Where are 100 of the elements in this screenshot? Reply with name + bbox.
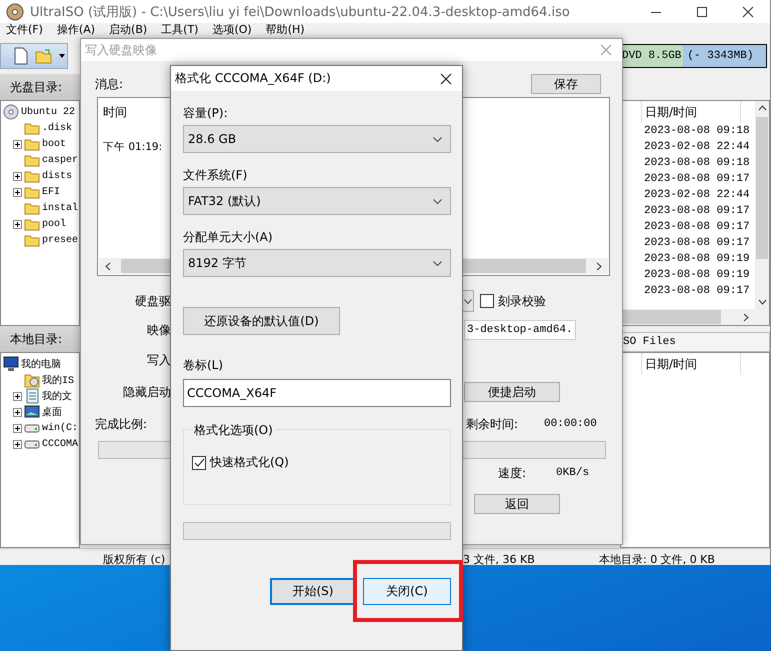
dialog-button[interactable]: 开始(S) — [270, 578, 356, 605]
checkbox[interactable] — [480, 294, 494, 308]
tree-item[interactable]: 我的IS — [42, 373, 74, 387]
expand-icon[interactable] — [13, 172, 22, 180]
expand-icon[interactable] — [13, 440, 22, 448]
tree-item[interactable]: win(C: — [42, 422, 78, 434]
tree-item[interactable]: dists — [42, 170, 72, 182]
tree-item[interactable]: presee — [42, 234, 78, 246]
menu-item[interactable]: 启动(B) — [109, 23, 148, 36]
dropdown-field[interactable]: FAT32 (默认) — [183, 187, 451, 215]
scrollbar[interactable] — [621, 309, 769, 325]
table-cell-text: 2023-08-08 09:17 — [643, 236, 751, 251]
table-cell-text: 2023-08-08 09:17 — [643, 204, 751, 219]
status-text: 版权所有 (c) — [103, 552, 166, 566]
menu-item[interactable]: 文件(F) — [6, 23, 43, 36]
field-label: 完成比例: — [94, 416, 148, 432]
group-title: 格式化选项(O) — [191, 422, 276, 439]
section-label: 本地目录: — [0, 326, 80, 352]
scrollbar[interactable] — [755, 101, 769, 309]
table-cell-text: 2023-08-08 09:18 — [643, 156, 751, 171]
dialog-title: 写入硬盘映像 — [85, 42, 157, 58]
tree-item[interactable]: instal — [42, 202, 78, 214]
dropdown-field[interactable]: 8192 字节 — [183, 249, 451, 277]
tree-item[interactable]: 我的电脑 — [21, 357, 61, 371]
menu-item[interactable]: 操作(A) — [56, 23, 96, 36]
input-field[interactable]: 3-desktop-amd64. — [464, 320, 576, 340]
tree-item[interactable]: 我的文 — [42, 389, 72, 403]
menu-item[interactable]: 帮助(H) — [266, 23, 305, 36]
table-cell-text: 2023-08-08 09:19 — [643, 268, 751, 283]
tree-item[interactable]: EFI — [42, 186, 60, 198]
quick-boot-button[interactable]: 便捷启动 — [464, 382, 560, 402]
close-icon[interactable] — [440, 72, 452, 84]
restore-defaults-button[interactable]: 还原设备的默认值(D) — [183, 307, 340, 335]
scroll-right-icon[interactable] — [596, 262, 602, 270]
tree-item[interactable]: boot — [42, 138, 66, 150]
menu-item[interactable]: 工具(T) — [161, 23, 198, 36]
dialog-button[interactable]: 关闭(C) — [363, 578, 451, 605]
expand-icon[interactable] — [13, 140, 22, 148]
maximize-icon[interactable] — [696, 6, 708, 18]
checkbox-label: 快速格式化(Q) — [210, 454, 289, 471]
expand-icon[interactable] — [13, 424, 22, 432]
scroll-up-icon[interactable] — [758, 105, 766, 111]
caret-icon[interactable] — [59, 54, 65, 58]
desktop-icon — [24, 404, 40, 420]
window-title: UltraISO (试用版) - C:\Users\liu yi fei\Downloads\ubuntu-22.04.3-desktop-amd64.iso — [30, 4, 571, 20]
expand-icon[interactable] — [13, 408, 22, 416]
disc-icon — [6, 2, 24, 20]
dialog-title: 格式化 CCCOMA_X64F (D:) — [175, 70, 331, 87]
table-cell-text: 2023-02-08 22:44 — [643, 140, 751, 155]
field-label: 速度: — [498, 464, 526, 482]
computer-icon — [3, 356, 19, 372]
input-field[interactable]: CCCOMA_X64F — [183, 379, 451, 407]
scroll-right-icon[interactable] — [743, 312, 749, 322]
close-icon[interactable] — [742, 6, 754, 18]
field-label: 隐藏启动 — [123, 384, 171, 400]
dropdown-field[interactable] — [463, 290, 474, 312]
menu-item[interactable]: 选项(O) — [212, 23, 252, 36]
disc-icon — [3, 104, 19, 120]
field-label: 写入 — [147, 352, 171, 368]
back-button[interactable]: 返回 — [474, 494, 560, 514]
scroll-down-icon[interactable] — [758, 299, 766, 305]
time-value: 00:00:00 — [544, 418, 597, 430]
expand-icon[interactable] — [13, 220, 22, 228]
dropdown-field[interactable]: 28.6 GB — [183, 125, 451, 153]
tree-item[interactable]: casper — [42, 154, 78, 166]
tree-item[interactable]: Ubuntu 22 — [21, 106, 76, 118]
field-label: 消息: — [94, 76, 124, 92]
table-cell-text: 2023-08-08 09:17 — [643, 172, 751, 187]
save-button[interactable]: 保存 — [531, 74, 601, 94]
table-cell-text: 2023-08-08 09:17 — [643, 284, 751, 299]
expand-icon[interactable] — [13, 188, 22, 196]
capacity-label: (- 3343MB) — [686, 50, 754, 62]
chevron-down-icon — [433, 136, 442, 142]
status-text: 本地目录: 0 文件, 0 KB — [598, 552, 716, 566]
column-header[interactable]: 日期/时间 — [641, 353, 741, 375]
table-cell-text: 2023-02-08 22:44 — [643, 188, 751, 203]
speed-value: 0KB/s — [556, 467, 590, 479]
section-label: 光盘目录: — [10, 78, 62, 96]
column-header[interactable]: 时间 — [103, 104, 143, 124]
table-cell-text: 2023-08-08 09:17 — [643, 220, 751, 235]
scroll-left-icon[interactable] — [105, 262, 111, 270]
chevron-down-icon — [433, 260, 442, 266]
checkbox-label: 刻录校验 — [498, 292, 546, 310]
path-label: SO Files — [620, 332, 770, 352]
chevron-down-icon — [464, 298, 472, 304]
expand-icon[interactable] — [13, 392, 22, 400]
log-entry: 下午 01:19: — [103, 140, 164, 154]
tree-item[interactable]: 桌面 — [42, 405, 62, 419]
check-icon — [194, 457, 204, 468]
tree-item[interactable]: CCCOMA — [42, 438, 78, 450]
tree-item[interactable]: .disk — [42, 122, 72, 134]
field-label: 剩余时间: — [465, 416, 518, 432]
field-label: 容量(P): — [183, 105, 229, 121]
tree-item[interactable]: pool — [42, 218, 66, 230]
checkbox[interactable] — [192, 456, 206, 470]
field-label: 分配单元大小(A) — [183, 229, 274, 245]
table-cell-text: 2023-08-08 09:18 — [643, 124, 751, 139]
column-header[interactable]: 日期/时间 — [641, 101, 741, 123]
new-file-icon[interactable] — [13, 47, 29, 65]
capacity-label: DVD 8.5GB — [620, 45, 684, 67]
